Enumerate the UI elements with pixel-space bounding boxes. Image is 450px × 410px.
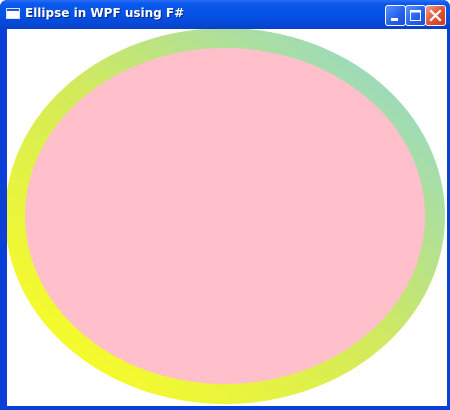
minimize-icon: [391, 18, 398, 21]
ellipse-fill: [25, 48, 425, 384]
close-button[interactable]: [425, 5, 446, 26]
maximize-button[interactable]: [405, 5, 426, 26]
close-icon: [429, 9, 442, 22]
minimize-button[interactable]: [385, 5, 406, 26]
app-window: Ellipse in WPF using F#: [0, 0, 450, 410]
maximize-icon: [410, 10, 421, 21]
window-icon[interactable]: [6, 8, 20, 19]
client-area: [7, 29, 447, 406]
ellipse-canvas: [7, 29, 445, 404]
title-bar[interactable]: Ellipse in WPF using F#: [0, 0, 450, 29]
window-title: Ellipse in WPF using F#: [25, 6, 185, 20]
